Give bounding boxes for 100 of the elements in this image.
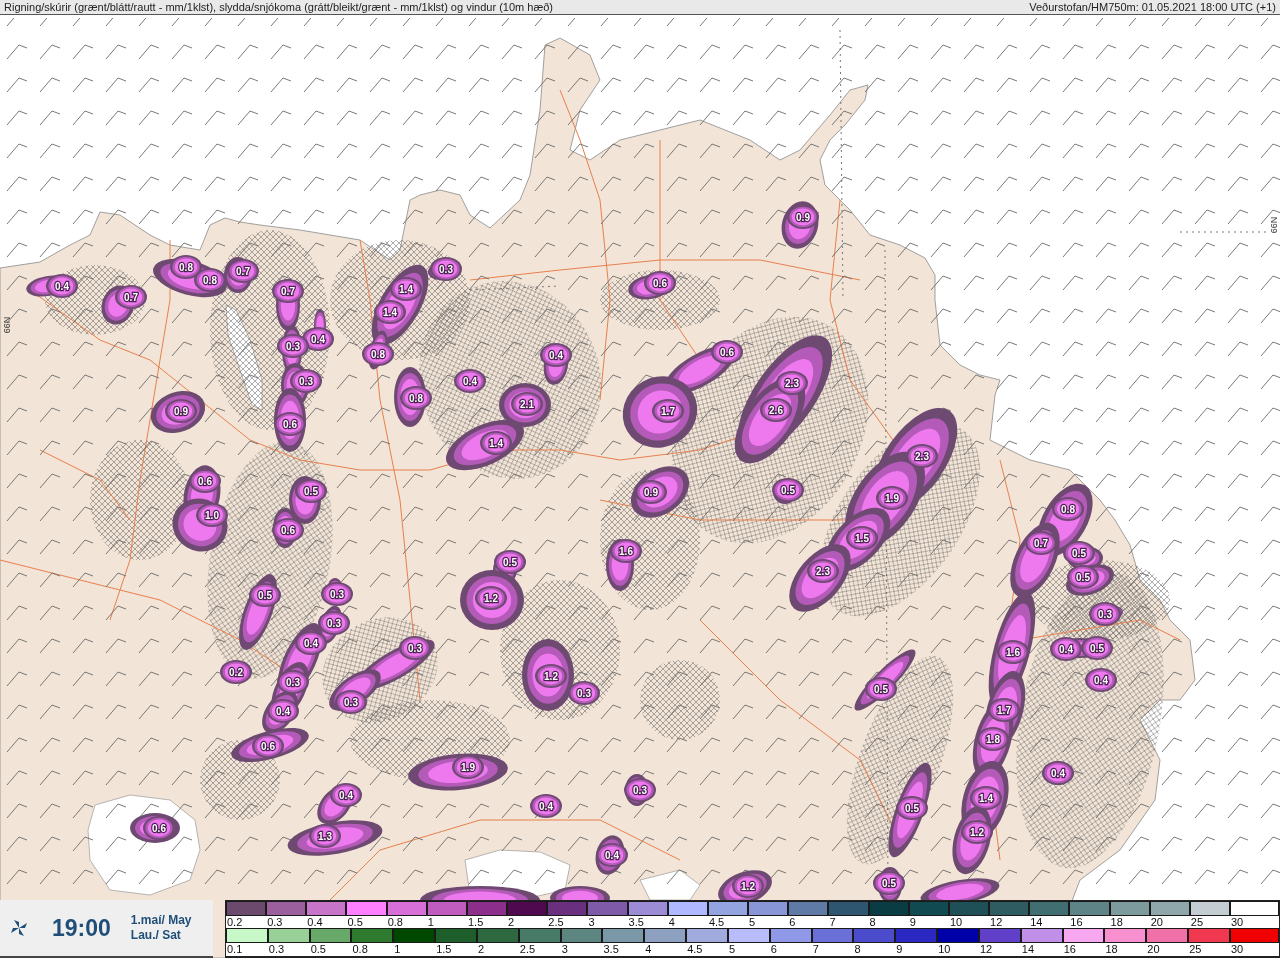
legend-label: 0.8 <box>386 916 403 928</box>
legend-label: 3 <box>560 943 568 955</box>
legend-label: 16 <box>1062 943 1076 955</box>
precipitation-value: 0.6 <box>653 277 667 289</box>
precipitation-value: 1.2 <box>970 826 984 838</box>
precipitation-value: 0.4 <box>539 800 553 812</box>
legend-label: 10 <box>937 943 951 955</box>
precipitation-value: 1.2 <box>484 592 498 604</box>
legend-label: 0.8 <box>351 943 368 955</box>
precipitation-value: 0.9 <box>174 405 188 417</box>
legend-label: 20 <box>1149 916 1163 928</box>
precipitation-value: 0.6 <box>283 418 297 430</box>
legend-label: 6 <box>788 916 796 928</box>
legend-label: 7 <box>828 916 836 928</box>
latitude-label: 66N <box>1269 216 1279 234</box>
legend-label: 25 <box>1189 916 1204 928</box>
precipitation-value: 0.3 <box>408 642 422 654</box>
precipitation-value: 0.3 <box>344 696 358 708</box>
precipitation-value: 2.3 <box>816 565 830 577</box>
precipitation-value: 0.5 <box>1090 642 1104 654</box>
precipitation-value: 0.3 <box>286 340 300 352</box>
precipitation-value: 0.4 <box>1094 674 1108 686</box>
legend-label: 4 <box>644 943 652 955</box>
precipitation-value: 1.8 <box>986 733 1000 745</box>
precipitation-value: 0.4 <box>1059 643 1073 655</box>
precipitation-area <box>454 369 486 393</box>
precipitation-value: 2.3 <box>915 450 929 462</box>
precipitation-value: 0.5 <box>882 877 896 889</box>
legend-label: 2.5 <box>518 943 536 955</box>
precipitation-value: 2.1 <box>520 398 534 410</box>
precipitation-area <box>220 660 252 684</box>
precipitation-value: 0.3 <box>327 617 341 629</box>
legend-label: 0.1 <box>226 943 243 955</box>
precipitation-value: 2.3 <box>785 377 799 389</box>
legend-label: 2 <box>507 916 515 928</box>
legend-label: 8 <box>853 943 861 955</box>
precipitation-area <box>1089 602 1121 626</box>
precipitation-value: 0.4 <box>55 280 69 292</box>
time-text: 19:00 <box>52 914 111 942</box>
legend-label: 12 <box>989 916 1003 928</box>
precipitation-value: 0.4 <box>605 849 619 861</box>
precipitation-area <box>772 478 804 502</box>
precipitation-value: 0.4 <box>549 349 563 361</box>
legend-label: 7 <box>811 943 819 955</box>
legend-label: 1.5 <box>435 943 452 955</box>
precipitation-value: 0.6 <box>281 524 295 536</box>
precipitation-value: 0.6 <box>152 822 166 834</box>
latitude-label: 66N <box>2 316 12 334</box>
legend-label: 5 <box>748 916 756 928</box>
precipitation-value: 1.9 <box>461 761 475 773</box>
precipitation-value: 0.3 <box>1098 608 1112 620</box>
legend-label: 3.5 <box>627 916 644 928</box>
legend-label: 9 <box>908 916 916 928</box>
legend-label: 0.2 <box>226 916 243 928</box>
precipitation-value: 1.4 <box>383 306 397 318</box>
precipitation-value: 1.5 <box>855 532 869 544</box>
precipitation-value: 0.5 <box>1076 571 1090 583</box>
pinwheel-icon <box>10 919 28 937</box>
precipitation-value: 2.6 <box>769 404 783 416</box>
legend-label: 1 <box>393 943 401 955</box>
precipitation-value: 0.9 <box>644 486 658 498</box>
precipitation-value: 1.9 <box>885 492 899 504</box>
precipitation-value: 0.7 <box>236 265 250 277</box>
precipitation-value: 0.4 <box>339 789 353 801</box>
precipitation-area <box>624 778 656 802</box>
legend-label: 8 <box>868 916 876 928</box>
legend-label: 16 <box>1069 916 1083 928</box>
legend-label: 0.3 <box>266 916 283 928</box>
precipitation-value: 1.3 <box>318 830 332 842</box>
legend-label: 25 <box>1188 943 1202 955</box>
legend-label: 6 <box>769 943 777 955</box>
precipitation-value: 1.2 <box>544 670 558 682</box>
precipitation-value: 0.3 <box>286 676 300 688</box>
precipitation-value: 0.6 <box>720 346 734 358</box>
precipitation-value: 0.5 <box>905 802 919 814</box>
legend-label: 14 <box>1029 916 1043 928</box>
legend-label: 5 <box>728 943 736 955</box>
precipitation-value: 1.6 <box>619 545 633 557</box>
legend-label: 18 <box>1104 943 1118 955</box>
legend-label: 3.5 <box>602 943 619 955</box>
precipitation-area <box>430 257 462 281</box>
precipitation-value: 0.5 <box>258 589 272 601</box>
precipitation-area <box>1042 761 1074 785</box>
legend-label: 2.5 <box>547 916 564 928</box>
precipitation-value: 0.5 <box>1072 547 1086 559</box>
precipitation-value: 1.4 <box>399 283 413 295</box>
precipitation-value: 0.8 <box>203 274 217 286</box>
map-source: Veðurstofan/HM750m: 01.05.2021 18:00 UTC (+1) <box>1029 0 1276 14</box>
precipitation-value: 0.8 <box>1061 503 1075 515</box>
precipitation-area <box>165 399 197 423</box>
legend-label: 1 <box>426 916 434 928</box>
legend-label: 2 <box>477 943 485 955</box>
precipitation-value: 0.6 <box>198 475 212 487</box>
precipitation-value: 1.0 <box>205 509 219 521</box>
precipitation-value: 0.3 <box>330 588 344 600</box>
precipitation-value: 1.4 <box>979 792 993 804</box>
precipitation-value: 0.5 <box>304 485 318 497</box>
legend-label: 12 <box>979 943 993 955</box>
precipitation-value: 0.6 <box>261 740 275 752</box>
precipitation-value: 0.5 <box>503 556 517 568</box>
